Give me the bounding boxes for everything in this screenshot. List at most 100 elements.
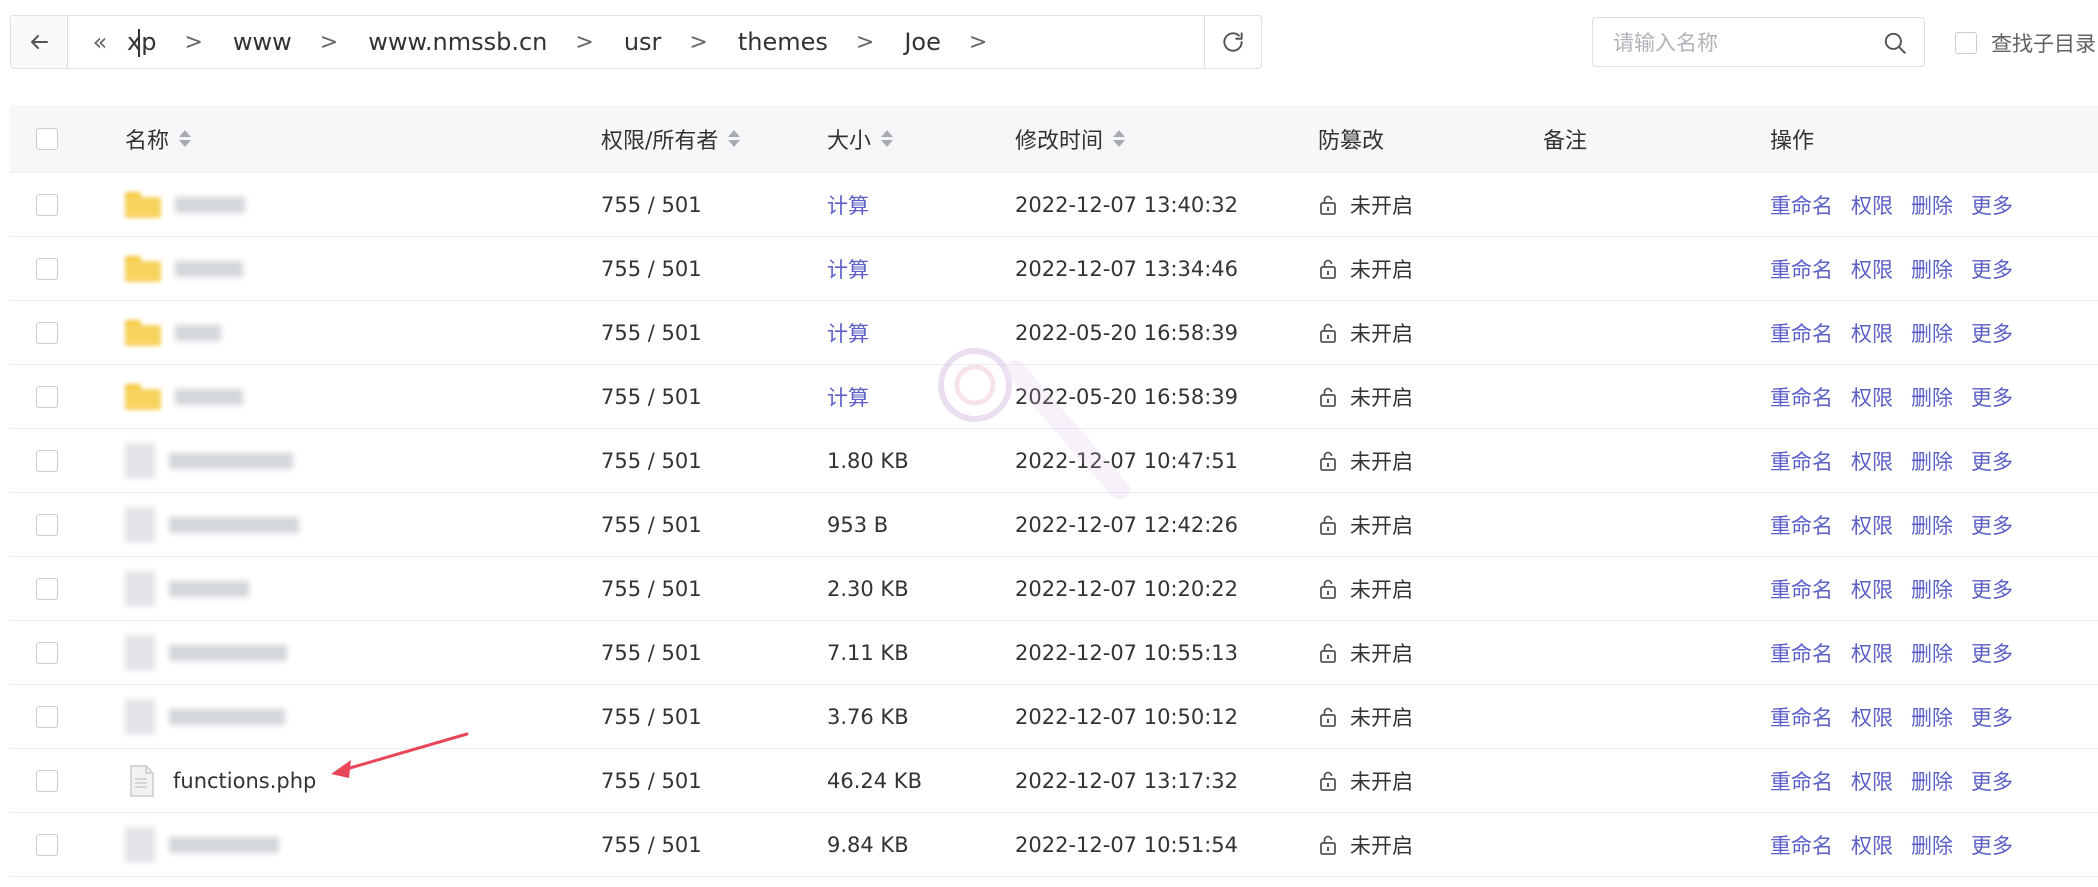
breadcrumb-item[interactable]: www [233, 28, 292, 56]
perm-cell[interactable]: 755 / 501 [601, 813, 702, 876]
perm-cell[interactable]: 755 / 501 [601, 173, 702, 236]
row-checkbox[interactable] [36, 257, 58, 280]
table-row[interactable]: 755 / 501 2.30 KB 2022-12-07 10:20:22 未开启 重命… [10, 557, 2098, 621]
permission-link[interactable]: 权限 [1851, 190, 1893, 220]
row-checkbox[interactable] [36, 449, 58, 472]
delete-link[interactable]: 删除 [1911, 830, 1953, 860]
breadcrumb-item[interactable]: xp [127, 28, 156, 56]
delete-link[interactable]: 删除 [1911, 190, 1953, 220]
file-name[interactable] [169, 708, 285, 725]
delete-link[interactable]: 删除 [1911, 766, 1953, 796]
more-link[interactable]: 更多 [1971, 574, 2013, 604]
tamper-cell[interactable]: 未开启 [1318, 621, 1413, 684]
delete-link[interactable]: 删除 [1911, 574, 1953, 604]
file-name[interactable] [169, 516, 299, 533]
permission-link[interactable]: 权限 [1851, 702, 1893, 732]
delete-link[interactable]: 删除 [1911, 382, 1953, 412]
delete-link[interactable]: 删除 [1911, 510, 1953, 540]
permission-link[interactable]: 权限 [1851, 318, 1893, 348]
rename-link[interactable]: 重命名 [1770, 510, 1833, 540]
row-checkbox[interactable] [36, 769, 58, 792]
search-input[interactable] [1611, 18, 1865, 68]
more-link[interactable]: 更多 [1971, 638, 2013, 668]
perm-cell[interactable]: 755 / 501 [601, 749, 702, 812]
back-button[interactable] [11, 16, 68, 68]
breadcrumb-item[interactable]: Joe [904, 28, 941, 56]
rename-link[interactable]: 重命名 [1770, 190, 1833, 220]
delete-link[interactable]: 删除 [1911, 254, 1953, 284]
file-name[interactable] [169, 644, 287, 661]
tamper-cell[interactable]: 未开启 [1318, 749, 1413, 812]
table-row[interactable]: 755 / 501 计算 2022-12-07 13:34:46 未开启 重命名 权限 删除… [10, 237, 2098, 301]
rename-link[interactable]: 重命名 [1770, 766, 1833, 796]
row-checkbox[interactable] [36, 513, 58, 536]
calc-size-link[interactable]: 计算 [827, 173, 869, 236]
permission-link[interactable]: 权限 [1851, 382, 1893, 412]
calc-size-link[interactable]: 计算 [827, 301, 869, 364]
permission-link[interactable]: 权限 [1851, 574, 1893, 604]
row-checkbox[interactable] [36, 833, 58, 856]
perm-cell[interactable]: 755 / 501 [601, 365, 702, 428]
permission-link[interactable]: 权限 [1851, 766, 1893, 796]
perm-cell[interactable]: 755 / 501 [601, 429, 702, 492]
more-link[interactable]: 更多 [1971, 446, 2013, 476]
more-link[interactable]: 更多 [1971, 382, 2013, 412]
calc-size-link[interactable]: 计算 [827, 365, 869, 428]
header-name[interactable]: 名称 [125, 105, 192, 172]
rename-link[interactable]: 重命名 [1770, 574, 1833, 604]
breadcrumb-item[interactable]: www.nmssb.cn [368, 28, 547, 56]
tamper-cell[interactable]: 未开启 [1318, 557, 1413, 620]
table-row[interactable]: 755 / 501 计算 2022-05-20 16:58:39 未开启 重命名 权限 删除… [10, 301, 2098, 365]
breadcrumb-item[interactable]: themes [738, 28, 828, 56]
perm-cell[interactable]: 755 / 501 [601, 557, 702, 620]
file-name[interactable] [175, 388, 243, 405]
refresh-button[interactable] [1204, 16, 1261, 68]
rename-link[interactable]: 重命名 [1770, 254, 1833, 284]
search-button[interactable] [1882, 30, 1908, 60]
permission-link[interactable]: 权限 [1851, 638, 1893, 668]
tamper-cell[interactable]: 未开启 [1318, 173, 1413, 236]
rename-link[interactable]: 重命名 [1770, 446, 1833, 476]
row-checkbox[interactable] [36, 641, 58, 664]
rename-link[interactable]: 重命名 [1770, 382, 1833, 412]
perm-cell[interactable]: 755 / 501 [601, 301, 702, 364]
row-checkbox[interactable] [36, 193, 58, 216]
more-link[interactable]: 更多 [1971, 510, 2013, 540]
tamper-cell[interactable]: 未开启 [1318, 685, 1413, 748]
more-link[interactable]: 更多 [1971, 830, 2013, 860]
tamper-cell[interactable]: 未开启 [1318, 365, 1413, 428]
rename-link[interactable]: 重命名 [1770, 318, 1833, 348]
row-checkbox[interactable] [36, 321, 58, 344]
table-row[interactable]: 755 / 501 1.80 KB 2022-12-07 10:47:51 未开启 重命… [10, 429, 2098, 493]
file-name[interactable] [175, 324, 221, 341]
table-row[interactable]: 755 / 501 3.76 KB 2022-12-07 10:50:12 未开启 重命… [10, 685, 2098, 749]
permission-link[interactable]: 权限 [1851, 446, 1893, 476]
header-mtime[interactable]: 修改时间 [1015, 105, 1126, 172]
file-name[interactable] [169, 452, 293, 469]
delete-link[interactable]: 删除 [1911, 702, 1953, 732]
rename-link[interactable]: 重命名 [1770, 830, 1833, 860]
more-link[interactable]: 更多 [1971, 254, 2013, 284]
perm-cell[interactable]: 755 / 501 [601, 621, 702, 684]
table-row[interactable]: 755 / 501 7.11 KB 2022-12-07 10:55:13 未开启 重命… [10, 621, 2098, 685]
perm-cell[interactable]: 755 / 501 [601, 685, 702, 748]
rename-link[interactable]: 重命名 [1770, 702, 1833, 732]
more-link[interactable]: 更多 [1971, 702, 2013, 732]
file-name[interactable] [175, 196, 245, 213]
perm-cell[interactable]: 755 / 501 [601, 237, 702, 300]
tamper-cell[interactable]: 未开启 [1318, 493, 1413, 556]
tamper-cell[interactable]: 未开启 [1318, 301, 1413, 364]
row-checkbox[interactable] [36, 577, 58, 600]
tamper-cell[interactable]: 未开启 [1318, 429, 1413, 492]
file-name[interactable] [175, 260, 243, 277]
table-row[interactable]: 755 / 501 计算 2022-12-07 13:40:32 未开启 重命名 权限 删除… [10, 173, 2098, 237]
header-perm[interactable]: 权限/所有者 [601, 105, 741, 172]
calc-size-link[interactable]: 计算 [827, 237, 869, 300]
search-subdir-toggle[interactable]: 查找子目录 [1955, 28, 2096, 58]
more-link[interactable]: 更多 [1971, 318, 2013, 348]
tamper-cell[interactable]: 未开启 [1318, 813, 1413, 876]
select-all-checkbox[interactable] [36, 127, 58, 150]
row-checkbox[interactable] [36, 385, 58, 408]
more-link[interactable]: 更多 [1971, 766, 2013, 796]
header-size[interactable]: 大小 [827, 105, 894, 172]
